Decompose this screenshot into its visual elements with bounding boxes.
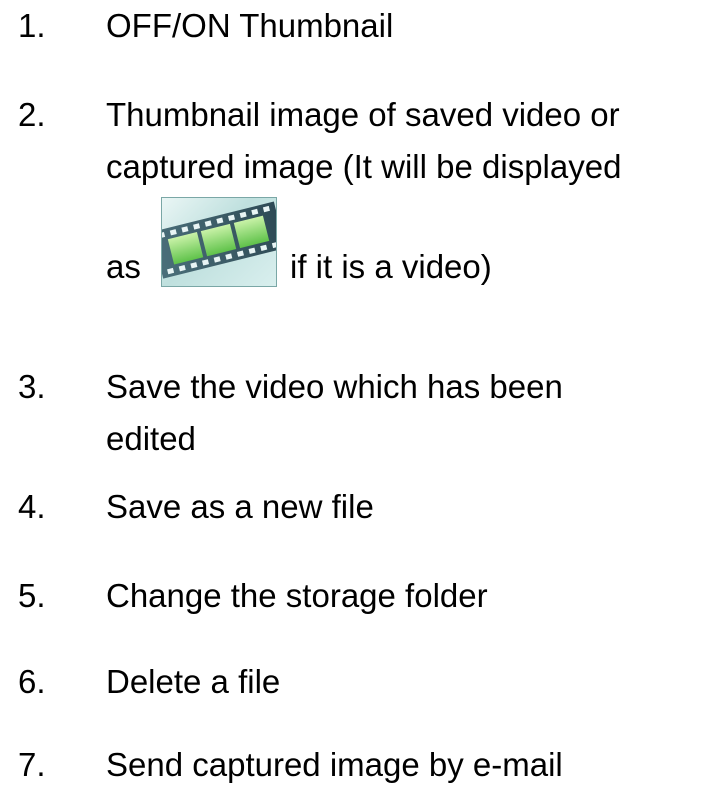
item-text: OFF/ON Thumbnail: [106, 0, 706, 52]
item-line: Save as a new file: [106, 488, 374, 525]
item-line: Change the storage folder: [106, 577, 488, 614]
item-line-with-icon: as if it is a video): [106, 197, 706, 293]
item-line: Save the video which has been: [106, 368, 563, 405]
film-strip-icon: [161, 197, 277, 287]
item-line: OFF/ON Thumbnail: [106, 7, 394, 44]
item-line: Thumbnail image of saved video or: [106, 96, 620, 133]
item-number: 1.: [18, 7, 46, 44]
item-text: Save the video which has been edited: [106, 361, 706, 465]
item-number: 7.: [18, 746, 46, 783]
item-line: Send captured image by e-mail: [106, 746, 563, 783]
item-line: Delete a file: [106, 663, 281, 700]
item-number: 4.: [18, 488, 46, 525]
item-text: Change the storage folder: [106, 570, 706, 622]
item-line: edited: [106, 420, 196, 457]
item-line: captured image (It will be displayed: [106, 148, 622, 185]
item-text: Delete a file: [106, 656, 706, 708]
item-text: Send captured image by e-mail: [106, 739, 706, 791]
item-line-before-icon: as: [106, 248, 141, 285]
item-number: 3.: [18, 368, 46, 405]
item-number: 5.: [18, 577, 46, 614]
item-text: Thumbnail image of saved video or captur…: [106, 89, 706, 293]
item-number: 6.: [18, 663, 46, 700]
item-number: 2.: [18, 96, 46, 133]
item-line-after-icon: if it is a video): [290, 248, 492, 285]
item-text: Save as a new file: [106, 481, 706, 533]
